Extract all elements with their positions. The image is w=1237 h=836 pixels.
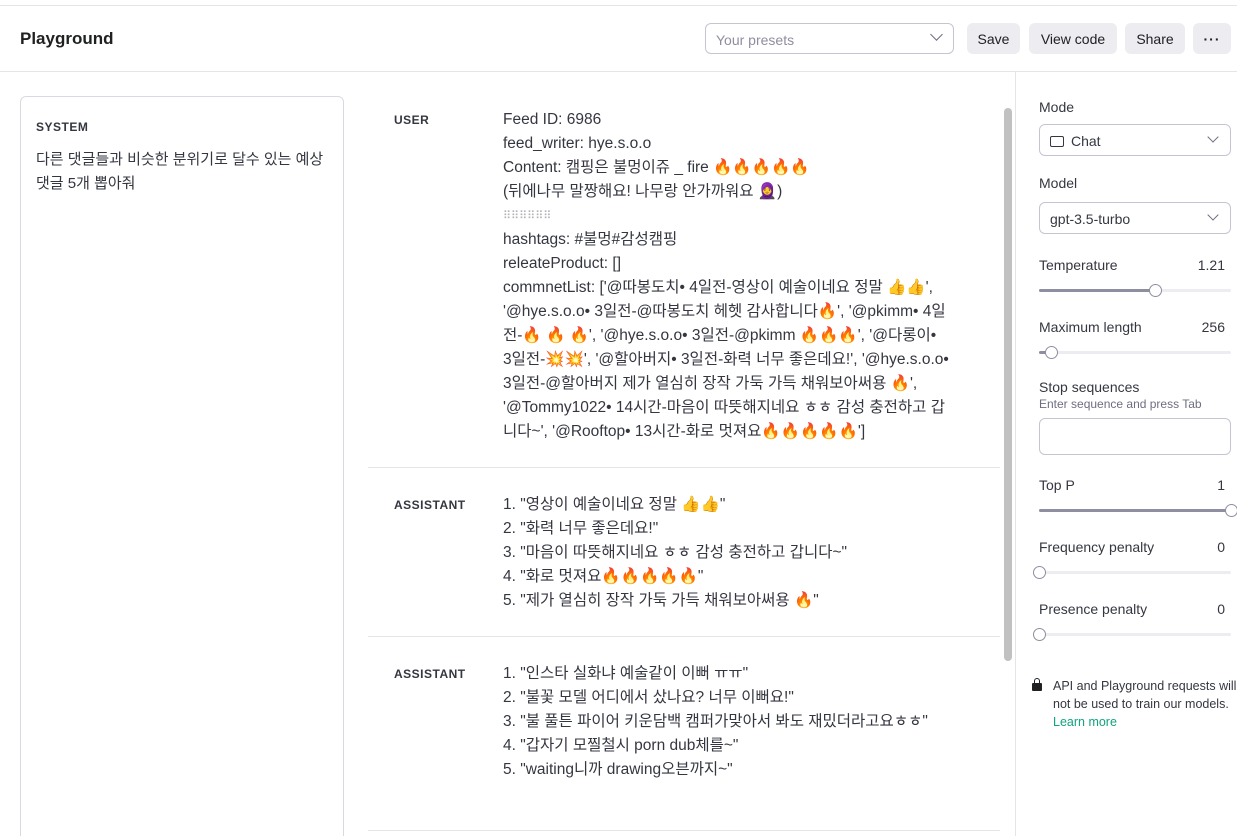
mode-select[interactable]: Chat [1039, 124, 1231, 156]
header: Playground Your presets Save View code S… [0, 6, 1237, 72]
sidebar-divider [1015, 72, 1016, 836]
message-assistant[interactable]: ASSISTANT 1. "영상이 예술이네요 정말 👍👍" 2. "화력 너무… [368, 468, 1000, 637]
top-p-slider[interactable] [1039, 504, 1237, 517]
message-line: Feed ID: 6986 [503, 111, 602, 128]
stop-sequences-label: Stop sequences [1039, 379, 1140, 395]
message-line: Content: 캠핑은 불멍이쥬 _ fire 🔥🔥🔥🔥🔥 [503, 159, 810, 176]
slider-fill [1039, 509, 1231, 512]
share-button[interactable]: Share [1125, 23, 1185, 54]
frequency-penalty-value[interactable]: 0 [1217, 539, 1225, 555]
message-role[interactable]: ASSISTANT [394, 667, 466, 681]
model-label: Model [1039, 175, 1078, 191]
message-line: 4. "화로 멋져요🔥🔥🔥🔥🔥" [503, 568, 704, 585]
temperature-label: Temperature [1039, 257, 1118, 273]
message-line: '@hye.s.o.o• 3일전-@따봉도치 헤헷 감사합니다🔥', '@pki… [503, 303, 946, 320]
presets-placeholder: Your presets [716, 32, 795, 48]
system-message-input[interactable]: 다른 댓글들과 비슷한 분위기로 달수 있는 예상 댓글 5개 뽑아줘 [36, 148, 331, 196]
message-user[interactable]: USER Feed ID: 6986 feed_writer: hye.s.o.… [368, 96, 1000, 468]
messages-list: USER Feed ID: 6986 feed_writer: hye.s.o.… [368, 96, 1000, 836]
message-line: 5. "제가 열심히 장작 가둑 가득 채워보아써용 🔥" [503, 592, 819, 609]
max-length-label: Maximum length [1039, 319, 1142, 335]
slider-thumb[interactable] [1045, 346, 1059, 359]
message-line: releateProduct: [] [503, 255, 622, 272]
system-panel[interactable]: SYSTEM 다른 댓글들과 비슷한 분위기로 달수 있는 예상 댓글 5개 뽑… [20, 96, 344, 836]
slider-fill [1039, 289, 1156, 292]
mode-value: Chat [1071, 133, 1101, 149]
message-line: 3일전-@할아버지 제가 열심히 장작 가둑 가득 채워보아써용 🔥', [503, 375, 918, 392]
max-length-slider[interactable] [1039, 346, 1231, 359]
message-line: 2. "불꽃 모델 어디에서 샀나요? 너무 이뻐요!" [503, 689, 794, 706]
slider-thumb[interactable] [1225, 504, 1237, 517]
frequency-penalty-slider[interactable] [1033, 566, 1231, 579]
chat-icon [1050, 136, 1064, 147]
messages-scrollbar[interactable] [1001, 96, 1015, 836]
max-length-value[interactable]: 256 [1202, 319, 1225, 335]
slider-thumb[interactable] [1033, 566, 1046, 579]
scrollbar-thumb[interactable] [1004, 108, 1012, 661]
temperature-value[interactable]: 1.21 [1198, 257, 1225, 273]
message-line: 3. "불 풀튼 파이어 키운담백 캠퍼가맞아서 봐도 재밌더라고요ㅎㅎ" [503, 713, 928, 730]
view-code-button[interactable]: View code [1029, 23, 1117, 54]
mode-label: Mode [1039, 99, 1075, 115]
more-options-button[interactable]: ··· [1193, 23, 1231, 54]
slider-thumb[interactable] [1033, 628, 1046, 641]
message-content[interactable]: Feed ID: 6986 feed_writer: hye.s.o.o Con… [503, 108, 953, 444]
temperature-slider[interactable] [1039, 284, 1231, 297]
message-line: 1. "영상이 예술이네요 정말 👍👍" [503, 496, 726, 513]
system-label: SYSTEM [36, 120, 89, 134]
chevron-down-icon [930, 28, 943, 41]
presence-penalty-value[interactable]: 0 [1217, 601, 1225, 617]
message-line: 전-🔥 🔥 🔥', '@hye.s.o.o• 3일전-@pkimm 🔥🔥🔥', … [503, 327, 937, 344]
save-button[interactable]: Save [967, 23, 1020, 54]
notice-text: API and Playground requests will not be … [1053, 679, 1237, 711]
lock-icon [1032, 678, 1042, 691]
message-line: ⠿⠿⠿⠿⠿⠿ [503, 210, 552, 222]
slider-thumb[interactable] [1149, 284, 1163, 297]
presence-penalty-label: Presence penalty [1039, 601, 1148, 617]
page-title: Playground [20, 29, 114, 48]
message-assistant[interactable]: ASSISTANT 1. "인스타 실화냐 예술같이 이뻐 ㅠㅠ" 2. "불꽃… [368, 637, 1000, 831]
message-role[interactable]: ASSISTANT [394, 498, 466, 512]
message-line: 4. "갑자기 모찔철시 porn dub체를~" [503, 737, 739, 754]
learn-more-link[interactable]: Learn more [1053, 715, 1117, 729]
message-line: 1. "인스타 실화냐 예술같이 이뻐 ㅠㅠ" [503, 665, 749, 682]
presence-penalty-slider[interactable] [1033, 628, 1231, 641]
message-line: (뒤에나무 말짱해요! 나무랑 안가까워요 🧕) [503, 183, 783, 200]
top-p-label: Top P [1039, 477, 1075, 493]
message-content[interactable]: 1. "인스타 실화냐 예술같이 이뻐 ㅠㅠ" 2. "불꽃 모델 어디에서 샀… [503, 662, 953, 782]
chevron-down-icon [1207, 209, 1219, 221]
stop-sequences-input[interactable] [1039, 418, 1231, 455]
message-line: hashtags: #불멍#감성캠핑 [503, 231, 678, 248]
stop-sequences-hint: Enter sequence and press Tab [1039, 397, 1202, 411]
message-line: 3. "마음이 따뜻해지네요 ㅎㅎ 감성 충전하고 갑니다~" [503, 544, 848, 561]
message-role[interactable]: USER [394, 113, 429, 127]
top-p-value[interactable]: 1 [1217, 477, 1225, 493]
model-select[interactable]: gpt-3.5-turbo [1039, 202, 1231, 234]
model-value: gpt-3.5-turbo [1050, 211, 1131, 227]
chevron-down-icon [1207, 131, 1219, 143]
message-line: 2. "화력 너무 좋은데요!" [503, 520, 659, 537]
message-line: feed_writer: hye.s.o.o [503, 135, 652, 152]
message-line: 3일전-💥💥', '@할아버지• 3일전-화력 너무 좋은데요!', '@hye… [503, 351, 949, 368]
frequency-penalty-label: Frequency penalty [1039, 539, 1155, 555]
presets-select[interactable]: Your presets [705, 23, 954, 54]
message-line: '@Tommy1022• 14시간-마음이 따뜻해지네요 ㅎㅎ 감성 충전하고 … [503, 399, 945, 416]
message-content[interactable]: 1. "영상이 예술이네요 정말 👍👍" 2. "화력 너무 좋은데요!" 3.… [503, 493, 953, 613]
message-line: 니다~', '@Rooftop• 13시간-화로 멋져요🔥🔥🔥🔥🔥'] [503, 423, 866, 440]
message-line: 5. "waiting니까 drawing오븐까지~" [503, 761, 733, 778]
message-line: commnetList: ['@따봉도치• 4일전-영상이 예술이네요 정말 👍… [503, 279, 933, 296]
